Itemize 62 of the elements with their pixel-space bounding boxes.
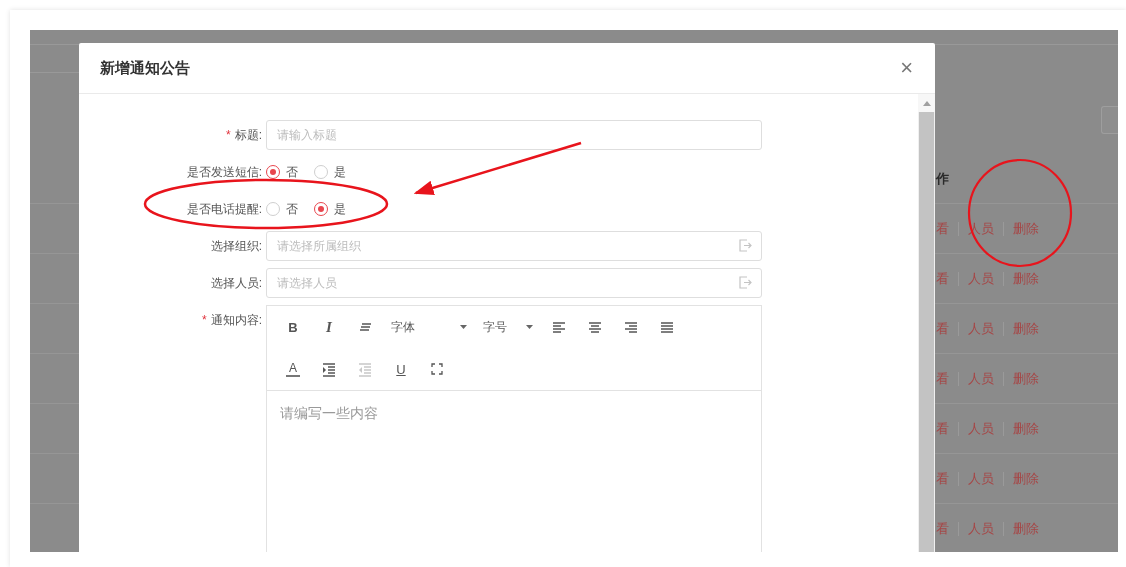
picker-field[interactable]: 请选择人员	[266, 268, 762, 298]
field-label: 是否发送短信:	[186, 164, 262, 181]
action-link[interactable]: 人员	[958, 321, 1003, 336]
caret-icon	[460, 325, 467, 329]
action-link[interactable]: 人员	[958, 471, 1003, 486]
action-link[interactable]: 删除	[1003, 371, 1048, 386]
rich-text-editor[interactable]: B I 字体 字号 A U 请编写一些内容	[266, 305, 762, 552]
field-label: 通知内容:	[210, 312, 262, 329]
action-link[interactable]: 看	[936, 321, 958, 336]
radio-label: 是	[334, 163, 346, 181]
font-select[interactable]: 字号	[477, 314, 539, 340]
required-mark: *	[226, 127, 231, 144]
scrollbar[interactable]	[918, 94, 935, 552]
exit-icon	[739, 239, 752, 252]
radio-button[interactable]	[314, 165, 328, 179]
radio-button[interactable]	[266, 202, 280, 216]
caret-icon	[526, 325, 533, 329]
align-left-icon	[552, 319, 566, 335]
exit-icon	[739, 276, 752, 289]
action-link[interactable]: 看	[936, 471, 958, 486]
radio-label: 否	[286, 163, 298, 181]
radio-button[interactable]	[266, 165, 280, 179]
action-link[interactable]: 人员	[958, 371, 1003, 386]
action-link[interactable]: 人员	[958, 521, 1003, 536]
italic-button[interactable]: I	[313, 314, 345, 340]
action-link[interactable]: 删除	[1003, 221, 1048, 236]
action-link[interactable]: 删除	[1003, 321, 1048, 336]
field-label: 标题:	[234, 127, 262, 144]
font-select[interactable]: 字体	[385, 314, 473, 340]
radio-button[interactable]	[314, 202, 328, 216]
field-label: 选择人员:	[210, 275, 262, 292]
close-button[interactable]: ×	[896, 55, 917, 81]
radio-label: 否	[286, 200, 298, 218]
action-link[interactable]: 看	[936, 371, 958, 386]
required-mark: *	[202, 312, 207, 329]
action-link[interactable]: 删除	[1003, 471, 1048, 486]
bold-button[interactable]: B	[277, 314, 309, 340]
action-link[interactable]: 删除	[1003, 271, 1048, 286]
picker-field[interactable]: 请选择所属组织	[266, 231, 762, 261]
action-link[interactable]: 看	[936, 221, 958, 236]
outdent-icon	[358, 361, 372, 377]
justify-icon	[660, 319, 674, 335]
text-input[interactable]: 请输入标题	[266, 120, 762, 150]
action-link[interactable]: 删除	[1003, 521, 1048, 536]
fullscreen-icon	[430, 361, 444, 377]
scroll-up-icon	[922, 100, 931, 106]
action-link[interactable]: 删除	[1003, 421, 1048, 436]
dialog-title: 新增通知公告	[100, 58, 190, 78]
action-link[interactable]: 人员	[958, 271, 1003, 286]
column-header: 作	[936, 169, 949, 188]
align-right-icon	[624, 319, 638, 335]
field-label: 选择组织:	[210, 238, 262, 255]
field-label: 是否电话提醒:	[186, 201, 262, 218]
radio-label: 是	[334, 200, 346, 218]
action-link[interactable]: 看	[936, 271, 958, 286]
action-link[interactable]: 看	[936, 421, 958, 436]
action-link[interactable]: 看	[936, 521, 958, 536]
action-link[interactable]: 人员	[958, 421, 1003, 436]
align-center-icon	[588, 319, 602, 335]
indent-icon	[322, 361, 336, 377]
underline-button[interactable]: U	[385, 356, 417, 382]
font-color-button[interactable]: A	[286, 361, 300, 377]
